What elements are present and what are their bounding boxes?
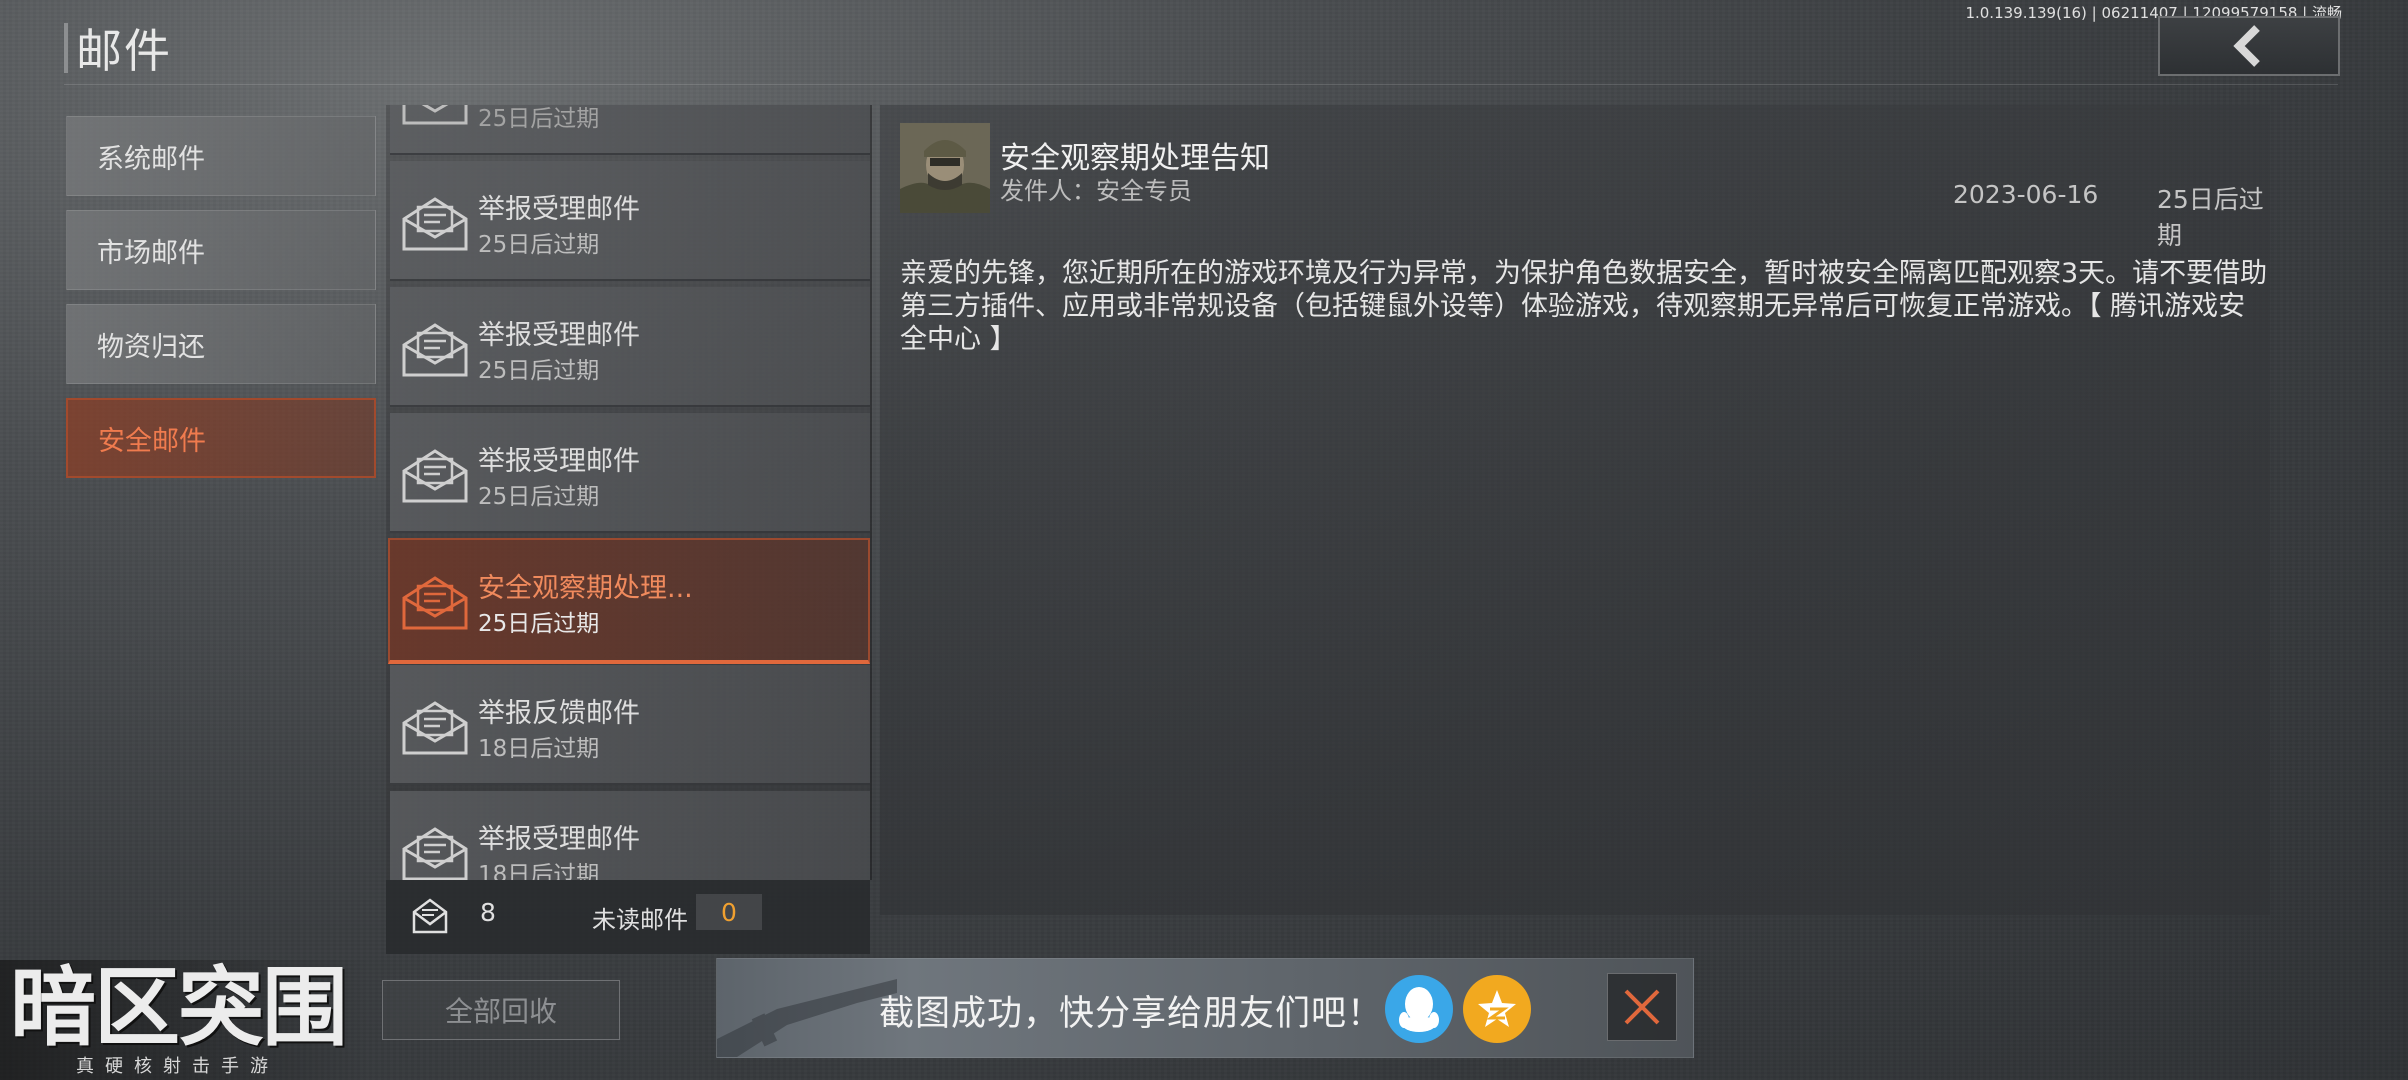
mail-detail-panel: 安全观察期处理告知 发件人：安全专员 2023-06-16 25日后过期 亲爱的… bbox=[880, 105, 2270, 915]
chevron-left-icon bbox=[2233, 25, 2260, 67]
mail-list-footer: 8 未读邮件 0 bbox=[386, 880, 870, 954]
recycle-all-button[interactable]: 全部回收 bbox=[382, 980, 620, 1040]
share-qzone-button[interactable] bbox=[1463, 975, 1531, 1043]
unread-count-badge: 0 bbox=[696, 894, 762, 930]
mail-sender: 发件人：安全专员 bbox=[1000, 177, 1192, 205]
mail-item-expiry: 25日后过期 bbox=[478, 358, 600, 384]
mail-list-item[interactable]: 举报反馈邮件 18日后过期 bbox=[390, 665, 870, 785]
category-label: 安全邮件 bbox=[98, 425, 206, 457]
mail-date: 2023-06-16 bbox=[1953, 180, 2099, 209]
mail-item-title: 举报反馈邮件 bbox=[478, 698, 640, 729]
toast-close-button[interactable] bbox=[1607, 973, 1677, 1041]
mail-item-title: 安全观察期处理... bbox=[478, 573, 693, 604]
game-logo-title: 暗区突围 bbox=[10, 958, 348, 1058]
page-title: 邮件 bbox=[76, 24, 172, 78]
category-system-mail[interactable]: 系统邮件 bbox=[66, 116, 376, 196]
open-envelope-icon bbox=[402, 105, 468, 125]
mail-item-title: 举报受理邮件 bbox=[478, 194, 640, 225]
mail-expiry: 25日后过期 bbox=[2157, 185, 2264, 250]
mail-item-title: 举报受理邮件 bbox=[478, 446, 640, 477]
mail-body: 亲爱的先锋，您近期所在的游戏环境及行为异常，为保护角色数据安全，暂时被安全隔离匹… bbox=[900, 258, 2268, 355]
mail-item-title: 举报受理邮件 bbox=[478, 320, 640, 351]
mailbox-icon bbox=[412, 898, 448, 934]
qzone-star-icon bbox=[1478, 990, 1516, 1027]
mail-total-count: 8 bbox=[480, 898, 496, 927]
mail-item-expiry: 18日后过期 bbox=[478, 862, 600, 880]
share-prompt-text: 截图成功，快分享给朋友们吧！ bbox=[879, 994, 1384, 1034]
mail-item-expiry: 25日后过期 bbox=[478, 106, 600, 132]
mail-item-expiry: 18日后过期 bbox=[478, 736, 600, 762]
title-marker bbox=[64, 23, 68, 73]
open-envelope-icon bbox=[402, 576, 468, 630]
sender-avatar bbox=[900, 123, 990, 213]
open-envelope-icon bbox=[402, 197, 468, 251]
header-divider bbox=[64, 84, 2338, 85]
mail-list-item[interactable]: 举报受理邮件 25日后过期 bbox=[390, 413, 870, 533]
game-logo: 暗区突围 真硬核射击手游 bbox=[0, 960, 370, 1080]
mail-list-item[interactable]: 举报受理邮件 18日后过期 bbox=[390, 791, 870, 880]
game-logo-subtitle: 真硬核射击手游 bbox=[76, 1056, 279, 1077]
mail-list-item[interactable]: 25日后过期 bbox=[390, 105, 870, 155]
share-qq-button[interactable] bbox=[1385, 975, 1453, 1043]
mail-item-title: 举报受理邮件 bbox=[478, 824, 640, 855]
mail-item-expiry: 25日后过期 bbox=[478, 232, 600, 258]
mail-list-item-selected[interactable]: 安全观察期处理... 25日后过期 bbox=[388, 538, 870, 664]
screenshot-share-toast: 截图成功，快分享给朋友们吧！ bbox=[716, 958, 1694, 1058]
open-envelope-icon bbox=[402, 449, 468, 503]
category-item-return[interactable]: 物资归还 bbox=[66, 304, 376, 384]
category-label: 物资归还 bbox=[97, 331, 205, 363]
back-button[interactable] bbox=[2158, 16, 2340, 76]
qq-icon bbox=[1399, 987, 1439, 1032]
close-icon bbox=[1624, 989, 1660, 1025]
category-security-mail[interactable]: 安全邮件 bbox=[66, 398, 376, 478]
mail-list-item[interactable]: 举报受理邮件 25日后过期 bbox=[390, 161, 870, 281]
mail-list[interactable]: 25日后过期 举报受理邮件 25日后过期 举报受理邮件 25日后过期 举报受理邮… bbox=[386, 105, 872, 880]
unread-label: 未读邮件 bbox=[592, 906, 688, 934]
page-header: 邮件 bbox=[64, 18, 172, 78]
open-envelope-icon bbox=[402, 827, 468, 880]
mail-list-item[interactable]: 举报受理邮件 25日后过期 bbox=[390, 287, 870, 407]
rifle-decoration-icon bbox=[717, 979, 897, 1057]
soldier-avatar-icon bbox=[900, 123, 990, 213]
open-envelope-icon bbox=[402, 701, 468, 755]
open-envelope-icon bbox=[402, 323, 468, 377]
mail-item-expiry: 25日后过期 bbox=[478, 484, 600, 510]
category-label: 市场邮件 bbox=[97, 237, 205, 269]
category-market-mail[interactable]: 市场邮件 bbox=[66, 210, 376, 290]
mail-item-expiry: 25日后过期 bbox=[478, 611, 600, 637]
category-label: 系统邮件 bbox=[97, 143, 205, 175]
